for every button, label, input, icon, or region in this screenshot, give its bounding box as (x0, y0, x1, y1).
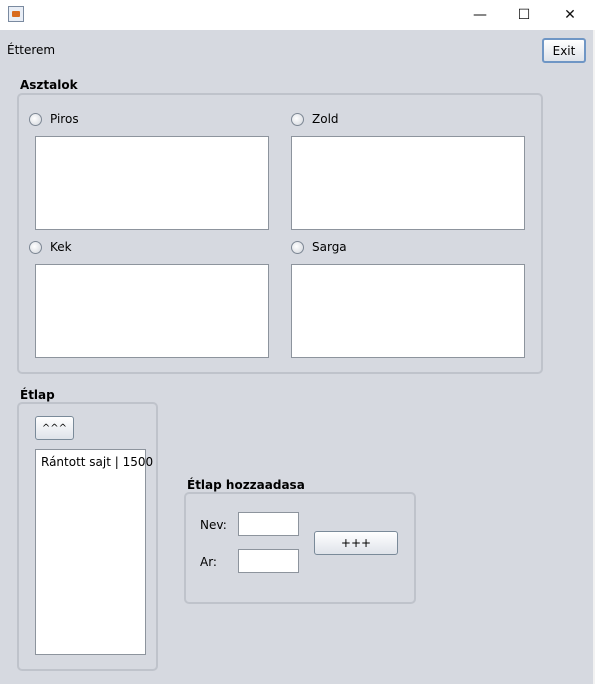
radio-icon (29, 240, 42, 254)
table-area-kek[interactable] (35, 264, 269, 358)
table-area-piros[interactable] (35, 136, 269, 230)
menu-list[interactable]: Rántott sajt | 1500 (35, 449, 153, 655)
table-radio-sarga[interactable]: Sarga (291, 240, 347, 254)
menu-section-title: Étlap (20, 388, 55, 402)
add-menu-section-title: Étlap hozzaadasa (187, 478, 305, 492)
table-area-zold[interactable] (291, 136, 525, 230)
price-label: Ar: (200, 555, 217, 569)
table-label-kek: Kek (50, 240, 72, 254)
tables-section-title: Asztalok (20, 78, 78, 92)
close-button[interactable]: ✕ (547, 0, 593, 30)
table-radio-zold[interactable]: Zold (291, 112, 339, 126)
minimize-button[interactable]: — (457, 0, 503, 30)
table-area-sarga[interactable] (291, 264, 525, 358)
table-radio-piros[interactable]: Piros (29, 112, 79, 126)
radio-icon (291, 112, 304, 126)
price-field[interactable] (238, 549, 299, 573)
close-icon: ✕ (564, 7, 576, 23)
add-menu-item-button[interactable]: +++ (314, 531, 398, 555)
move-up-button[interactable]: ^^^ (35, 416, 74, 440)
name-label: Nev: (200, 518, 227, 532)
table-label-sarga: Sarga (312, 240, 347, 254)
table-label-zold: Zold (312, 112, 339, 126)
table-label-piros: Piros (50, 112, 79, 126)
maximize-icon: ☐ (517, 7, 531, 23)
radio-icon (291, 240, 304, 254)
table-radio-kek[interactable]: Kek (29, 240, 72, 254)
maximize-button[interactable]: ☐ (501, 0, 547, 30)
exit-button[interactable]: Exit (542, 38, 586, 63)
name-field[interactable] (238, 512, 299, 536)
window-title-bar: — ☐ ✕ (0, 0, 595, 30)
list-item[interactable]: Rántott sajt | 1500 (41, 455, 153, 469)
java-app-icon (8, 6, 24, 22)
minimize-icon: — (473, 7, 487, 23)
radio-icon (29, 112, 42, 126)
app-title: Étterem (7, 43, 56, 57)
